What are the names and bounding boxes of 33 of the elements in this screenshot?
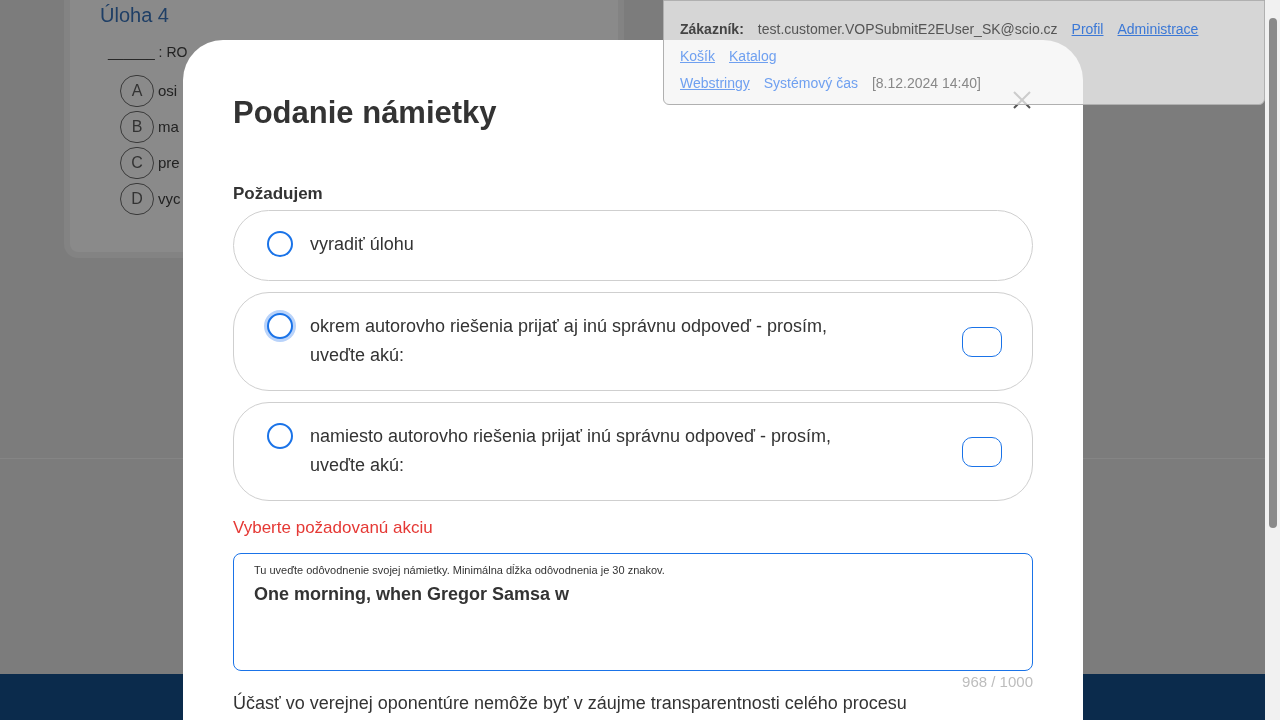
choice-option[interactable]: okrem autorovho riešenia prijať aj inú správnu odpoveď - prosím, uveďte akú: <box>233 292 1033 391</box>
radio-button[interactable] <box>267 231 293 257</box>
option-text: vyc <box>158 188 181 209</box>
scrollbar[interactable] <box>1265 0 1280 720</box>
option-text: pre <box>158 152 180 173</box>
field-label: Tu uveďte odôvodnenie svojej námietky. Minimálna dĺžka odôvodnenia je 30 znakov. <box>254 562 666 578</box>
character-counter: 968 / 1000 <box>962 671 1033 692</box>
choice-option[interactable]: namiesto autorovho riešenia prijať inú správnu odpoveď - prosím, uveďte akú: <box>233 402 1033 501</box>
task-prompt: ______ : RO <box>108 43 189 62</box>
option-text: ma <box>158 116 179 137</box>
choice-label: okrem autorovho riešenia prijať aj inú správnu odpoveď - prosím, uveďte akú: <box>310 315 829 367</box>
info-text: Účasť vo verejnej oponentúre nemôže byť v záujme transparentnosti celého procesu <box>233 693 908 713</box>
justification-field[interactable]: Tu uveďte odôvodnenie svojej námietky. Minimálna dĺžka odôvodnenia je 30 znakov. One morning, when Gregor Samsa w <box>233 552 1033 671</box>
modal-title: Podanie námietky <box>233 94 497 132</box>
field-value: One morning, when Gregor Samsa w <box>254 583 571 606</box>
option-text: osi <box>158 80 178 101</box>
customer-email: test.customer.VOPSubmitE2EUser_SK@scio.cz <box>757 20 1058 39</box>
choice-label: namiesto autorovho riešenia prijať inú správnu odpoveď - prosím, uveďte akú: <box>310 425 833 477</box>
panel-link[interactable]: Systémový čas <box>763 73 858 94</box>
radio-button[interactable] <box>267 423 293 449</box>
panel-link[interactable]: Profil <box>1071 19 1104 40</box>
panel-link[interactable]: Katalog <box>729 46 777 67</box>
panel-link[interactable]: Administrace <box>1117 19 1199 40</box>
error-message: Vyberte požadovanú akciu <box>233 517 434 539</box>
section-label: Požadujem <box>233 182 324 205</box>
task-title: Úloha 4 <box>100 3 170 28</box>
choice-label: vyradiť úlohu <box>310 233 415 256</box>
customer-label: Zákazník: <box>680 20 744 39</box>
system-time: [8.12.2024 14:40] <box>871 74 981 93</box>
answer-field[interactable] <box>962 437 1002 467</box>
panel-link[interactable]: Webstringy <box>680 73 750 94</box>
panel-link[interactable]: Košík <box>680 46 715 67</box>
answer-field[interactable] <box>962 327 1002 357</box>
